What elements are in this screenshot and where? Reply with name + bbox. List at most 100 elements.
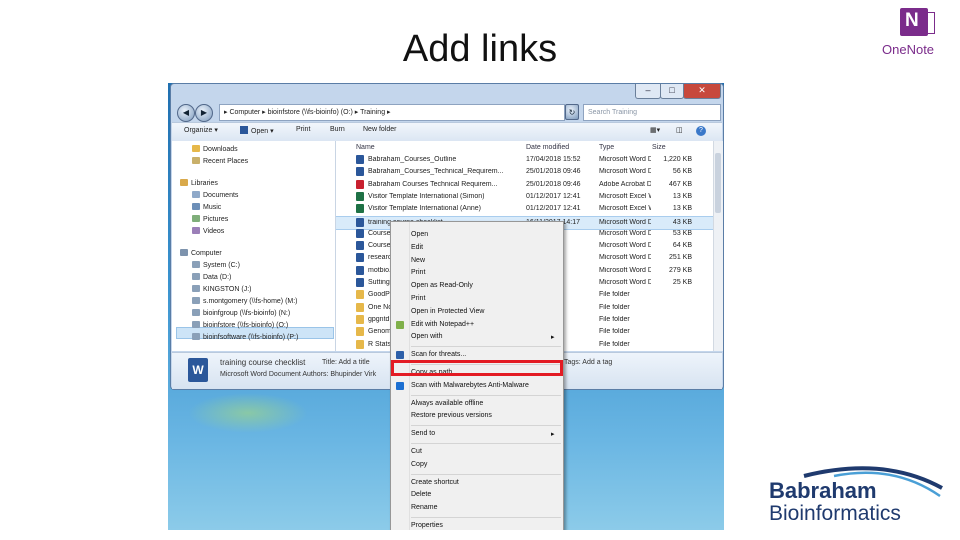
menu-item[interactable]: Open in Protected View <box>391 307 563 318</box>
menu-item[interactable]: Send to ▸ <box>391 429 563 440</box>
nav-item[interactable]: Downloads <box>192 145 238 153</box>
file-size: 53 KB <box>672 229 692 237</box>
document-icon <box>356 253 364 263</box>
nav-item[interactable]: Computer <box>180 249 222 257</box>
menu-item[interactable]: Cut <box>391 447 563 458</box>
nav-item[interactable]: bioinfstore (\\fs-bioinfo) (O:) <box>192 321 288 329</box>
file-type: Microsoft Word D... <box>599 266 651 274</box>
menu-item[interactable]: Open with ▸ <box>391 332 563 343</box>
maximize-button[interactable]: □ <box>660 84 684 99</box>
burn-button[interactable]: Burn <box>330 126 345 133</box>
nav-item-icon <box>192 309 200 316</box>
file-row[interactable]: Babraham_Courses_Technical_Requirem... 25… <box>336 166 713 178</box>
menu-item[interactable]: Delete <box>391 490 563 501</box>
nav-item[interactable]: s.montgomery (\\fs-home) (M:) <box>192 297 298 305</box>
notepad-icon <box>396 320 404 329</box>
open-button[interactable]: Open ▾ <box>240 126 274 135</box>
nav-item[interactable]: Music <box>192 203 221 211</box>
nav-item-icon <box>192 215 200 222</box>
document-icon <box>356 204 364 214</box>
file-name: Babraham_Courses_Outline <box>368 156 457 163</box>
menu-item-label: Print <box>411 269 426 277</box>
file-size: 251 KB <box>669 254 692 262</box>
nav-item-icon <box>192 285 200 292</box>
menu-item[interactable]: Copy <box>391 460 563 471</box>
menu-item-label: Always available offline <box>411 399 484 407</box>
nav-item[interactable]: Documents <box>192 191 238 199</box>
minimize-button[interactable]: – <box>635 84 661 99</box>
file-type: Adobe Acrobat D... <box>599 180 651 188</box>
screenshot: – □ ✕ ◀ ▶ ▸ Computer ▸ bioinfstore (\\fs… <box>168 83 724 530</box>
file-date: 25/01/2018 09:46 <box>526 168 581 176</box>
nav-item[interactable]: Pictures <box>192 215 228 223</box>
desktop-glow <box>188 393 308 433</box>
nav-item[interactable]: Libraries <box>180 179 218 187</box>
nav-item-label: Computer <box>191 250 222 257</box>
column-header-type[interactable]: Type <box>599 144 614 151</box>
menu-item-label: Open <box>411 231 429 238</box>
menu-item[interactable]: Open <box>391 230 563 241</box>
file-type: Microsoft Word D... <box>599 218 651 226</box>
file-type: Microsoft Word D... <box>599 229 651 237</box>
menu-item[interactable]: Rename <box>391 503 563 514</box>
vertical-scrollbar[interactable] <box>713 141 723 351</box>
document-icon <box>356 155 364 164</box>
menu-item[interactable]: Print <box>391 294 563 305</box>
menu-item[interactable]: Scan with Malwarebytes Anti-Malware <box>391 381 563 392</box>
nav-item[interactable]: Data (D:) <box>192 273 231 281</box>
menu-item-label: Delete <box>411 491 432 499</box>
file-type: File folder <box>599 303 630 311</box>
search-input[interactable]: Search Training <box>583 104 721 121</box>
nav-item[interactable]: Videos <box>192 227 224 235</box>
column-header-size[interactable]: Size <box>652 144 666 151</box>
file-size: 43 KB <box>672 218 692 226</box>
menu-item[interactable]: Always available offline <box>391 399 563 410</box>
menu-item[interactable]: New <box>391 256 563 267</box>
submenu-arrow-icon: ▸ <box>551 334 555 342</box>
nav-item[interactable]: bioinfgroup (\\fs-bioinfo) (N:) <box>192 309 290 317</box>
menu-separator <box>411 517 561 518</box>
nav-item[interactable]: Recent Places <box>192 157 248 165</box>
preview-pane-icon[interactable]: ◫ <box>676 126 683 134</box>
new-folder-button[interactable]: New folder <box>363 126 396 133</box>
menu-item[interactable]: Edit with Notepad++ <box>391 320 563 331</box>
forward-button[interactable]: ▶ <box>195 104 213 122</box>
nav-item[interactable]: bioinfsoftware (\\fs-bioinfo) (P:) <box>192 333 298 341</box>
file-row[interactable]: Babraham_Courses_Outline 17/04/2018 15:52… <box>336 154 713 166</box>
file-size: 279 KB <box>669 266 692 274</box>
details-tags[interactable]: Tags: Add a tag <box>564 359 612 366</box>
nav-item-label: s.montgomery (\\fs-home) (M:) <box>203 298 298 305</box>
document-icon <box>356 217 364 227</box>
file-row[interactable]: Visitor Template International (Simon) 01… <box>336 191 713 203</box>
document-icon <box>356 278 364 287</box>
menu-item[interactable]: Edit <box>391 243 563 254</box>
file-row[interactable]: Visitor Template International (Anne) 01/… <box>336 203 713 215</box>
scrollbar-thumb[interactable] <box>715 153 721 213</box>
help-icon[interactable]: ? <box>696 126 706 136</box>
refresh-button[interactable]: ↻ <box>565 104 579 120</box>
nav-item-icon <box>192 191 200 198</box>
nav-item[interactable]: KINGSTON (J:) <box>192 285 251 293</box>
file-type: Microsoft Excel W... <box>599 205 651 213</box>
print-button[interactable]: Print <box>296 126 310 133</box>
menu-item[interactable]: Print <box>391 268 563 279</box>
nav-item-label: Downloads <box>203 146 238 153</box>
menu-item[interactable]: Create shortcut <box>391 478 563 489</box>
menu-item[interactable]: Open as Read-Only <box>391 281 563 292</box>
views-icon[interactable]: ▦▾ <box>650 126 660 134</box>
column-header-name[interactable]: Name <box>356 144 375 151</box>
organize-button[interactable]: Organize ▾ <box>184 126 218 134</box>
details-title[interactable]: Title: Add a title <box>322 359 370 366</box>
menu-item[interactable]: Properties <box>391 521 563 530</box>
column-header-date[interactable]: Date modified <box>526 144 569 151</box>
file-row[interactable]: Babraham Courses Technical Requirem... 25… <box>336 179 713 191</box>
menu-item[interactable]: Restore previous versions <box>391 411 563 422</box>
nav-item-label: Videos <box>203 228 225 235</box>
address-bar[interactable]: ▸ Computer ▸ bioinfstore (\\fs-bioinfo) … <box>219 104 565 121</box>
file-size: 25 KB <box>672 279 692 286</box>
folder-icon <box>356 314 364 324</box>
nav-item[interactable]: System (C:) <box>192 261 240 269</box>
close-button[interactable]: ✕ <box>683 84 721 99</box>
back-button[interactable]: ◀ <box>177 104 195 122</box>
menu-item-label: Properties <box>411 522 443 529</box>
